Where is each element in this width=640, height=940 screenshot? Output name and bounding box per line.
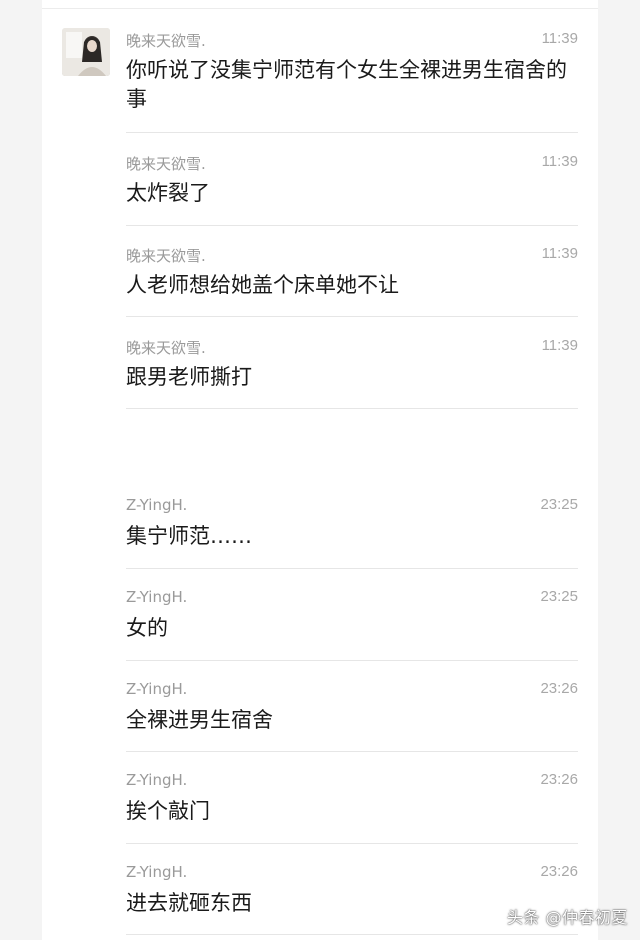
chat-message[interactable]: 晚来天欲雪. 11:39 跟男老师撕打 [126,337,578,397]
message-divider [126,751,578,752]
message-time: 23:26 [540,771,578,788]
message-divider [126,843,578,844]
message-text: 全裸进男生宿舍 [126,708,273,732]
message-text: 集宁师范…… [126,524,252,548]
sender-name: Z-YingH. [126,680,188,698]
avatar-photo-icon [62,28,110,76]
message-divider [126,408,578,409]
top-divider [42,8,598,9]
message-text: 挨个敲门 [126,799,210,823]
message-divider [126,316,578,317]
sender-name: Z-YingH. [126,771,188,789]
sender-name: Z-YingH. [126,588,188,606]
message-divider [126,934,578,935]
message-time: 23:26 [540,680,578,697]
message-time: 23:26 [540,863,578,880]
sender-name: 晚来天欲雪. [126,32,206,50]
message-divider [126,568,578,569]
message-text: 女的 [126,616,168,640]
message-time: 23:25 [540,496,578,513]
message-divider [126,132,578,133]
chat-message[interactable]: Z-YingH. 23:25 女的 [126,588,578,648]
chat-message[interactable]: Z-YingH. 23:26 挨个敲门 [126,771,578,831]
chat-message[interactable]: 晚来天欲雪. 11:39 太炸裂了 [126,153,578,213]
sender-name: 晚来天欲雪. [126,339,206,357]
sender-name: Z-YingH. [126,496,188,514]
sender-name: 晚来天欲雪. [126,155,206,173]
message-text: 人老师想给她盖个床单她不让 [126,273,399,297]
message-text: 跟男老师撕打 [126,365,252,389]
message-text: 太炸裂了 [126,181,210,205]
sender-name: 晚来天欲雪. [126,247,206,265]
message-divider [126,225,578,226]
sender-name: Z-YingH. [126,863,188,881]
message-time: 23:25 [540,588,578,605]
chat-message[interactable]: 晚来天欲雪. 11:39 你听说了没集宁师范有个女生全裸进男生宿舍的事 [126,30,578,120]
chat-message[interactable]: Z-YingH. 23:26 全裸进男生宿舍 [126,680,578,740]
chat-history-panel: 晚来天欲雪. 11:39 你听说了没集宁师范有个女生全裸进男生宿舍的事 晚来天欲… [42,0,598,940]
message-time: 11:39 [541,30,578,47]
message-time: 11:39 [541,337,578,354]
chat-message[interactable]: 晚来天欲雪. 11:39 人老师想给她盖个床单她不让 [126,245,578,305]
chat-message[interactable]: Z-YingH. 23:25 集宁师范…… [126,496,578,556]
message-time: 11:39 [541,245,578,262]
message-divider [126,660,578,661]
watermark: 头条 @仲春初夏 [506,908,628,927]
message-time: 11:39 [541,153,578,170]
message-text: 你听说了没集宁师范有个女生全裸进男生宿舍的事 [126,58,567,111]
avatar[interactable] [62,28,110,76]
